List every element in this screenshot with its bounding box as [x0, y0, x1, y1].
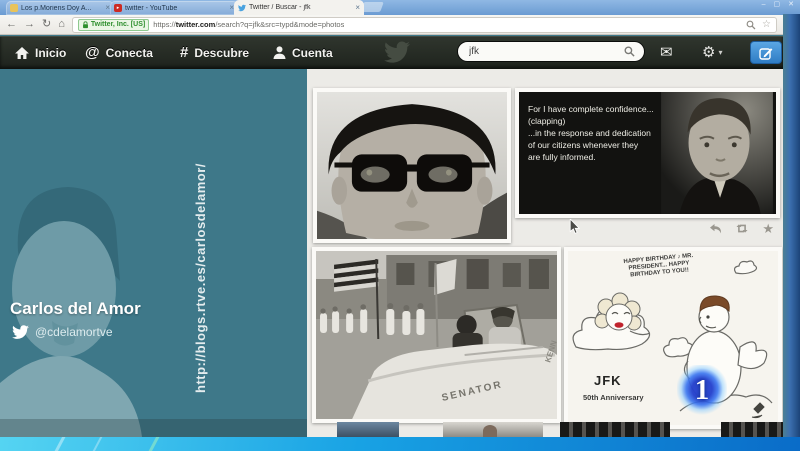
- back-button[interactable]: ←: [6, 19, 17, 30]
- messages-envelope-icon[interactable]: ✉: [660, 36, 673, 69]
- tweet-photo-cartoon[interactable]: HAPPY BIRTHDAY ♪ MR. PRESIDENT... HAPPY …: [564, 247, 782, 429]
- host-twitter-handle: @cdelamortve: [12, 325, 113, 339]
- band-streak: [147, 437, 160, 451]
- lock-icon: [82, 21, 89, 29]
- nav-label: Descubre: [194, 46, 249, 60]
- browser-tabstrip: Los p.Moriens Doy A... × ▸ twitter - You…: [0, 0, 800, 15]
- partial-photo[interactable]: [443, 422, 543, 437]
- reload-button[interactable]: ↻: [42, 19, 51, 30]
- search-icon[interactable]: [746, 20, 756, 30]
- tab-youtube[interactable]: ▸ twitter - YouTube ×: [110, 1, 238, 15]
- settings-gear-button[interactable]: ⚙ ▾: [702, 36, 722, 69]
- shade-overlay: [0, 419, 307, 437]
- retweet-icon[interactable]: [735, 223, 749, 234]
- jfk-portrait-image: [658, 92, 776, 214]
- host-portrait-photo: [0, 131, 160, 437]
- hash-icon: #: [180, 45, 188, 60]
- band-streak: [53, 437, 66, 451]
- jfk-sunglasses-image: [317, 92, 507, 239]
- tab-title: Los p.Moriens Doy A...: [21, 5, 102, 12]
- home-icon: [15, 47, 29, 59]
- bookmark-star-icon[interactable]: ☆: [762, 20, 771, 30]
- tab-title: twitter - YouTube: [125, 5, 226, 12]
- tab-close-icon[interactable]: ×: [355, 4, 360, 12]
- tweet-photo-jfk-sunglasses[interactable]: [313, 88, 511, 243]
- tab-blog[interactable]: Los p.Moriens Doy A... ×: [6, 1, 114, 15]
- chevron-down-icon: ▾: [718, 49, 722, 57]
- favorite-star-icon[interactable]: ★: [762, 222, 774, 235]
- youtube-favicon: ▸: [114, 4, 122, 12]
- quote-image: For I have complete confidence... (clapp…: [519, 92, 776, 214]
- twitter-search-box[interactable]: [457, 41, 645, 62]
- maximize-icon[interactable]: ▢: [774, 1, 781, 8]
- tweet-photo-jfk-quote[interactable]: For I have complete confidence... (clapp…: [515, 88, 780, 218]
- twitter-navbar: Inicio @ Conecta # Descubre Cuenta ✉ ⚙ ▾: [0, 36, 783, 69]
- tweet-photo-motorcade[interactable]: SENATOR KENN: [312, 247, 561, 423]
- cartoon-subtitle: 50th Anniversary: [583, 393, 644, 402]
- quote-text: For I have complete confidence... (clapp…: [528, 103, 668, 163]
- channel-number: 1: [695, 374, 710, 407]
- motorcade-image: SENATOR KENN: [316, 251, 557, 419]
- browser-toolbar: ← → ↻ ⌂ Twitter, Inc. [US] https://twitt…: [0, 15, 783, 35]
- mouse-cursor: [569, 219, 580, 234]
- nav-label: Inicio: [35, 46, 66, 60]
- partial-photo[interactable]: [560, 422, 670, 437]
- next-photo-row: [307, 422, 783, 437]
- tv-lower-band: [0, 437, 800, 451]
- gear-icon: ⚙: [702, 45, 715, 60]
- url-text: https://twitter.com/search?q=jfk&src=typ…: [153, 20, 344, 29]
- nav-item-inicio[interactable]: Inicio: [15, 36, 66, 69]
- forward-button[interactable]: →: [24, 19, 35, 30]
- twitter-page: http://blogs.rtve.es/carlosdelamor/ Carl…: [0, 69, 783, 437]
- ev-certificate-badge[interactable]: Twitter, Inc. [US]: [78, 19, 149, 31]
- blog-url-vertical: http://blogs.rtve.es/carlosdelamor/: [193, 77, 208, 393]
- channel-logo-la1: 1: [677, 365, 727, 415]
- tv-frame-edge: [783, 14, 800, 437]
- nav-item-descubre[interactable]: # Descubre: [180, 36, 249, 69]
- twitter-logo-icon[interactable]: [384, 41, 410, 63]
- search-input[interactable]: [467, 45, 620, 58]
- compose-pen-icon: [759, 46, 773, 60]
- compose-tweet-button[interactable]: [750, 41, 782, 64]
- nav-label: Cuenta: [292, 46, 333, 60]
- page-favicon: [10, 4, 18, 12]
- home-button[interactable]: ⌂: [58, 19, 65, 30]
- tab-title: Twitter / Buscar - jfk: [249, 4, 352, 11]
- nav-item-cuenta[interactable]: Cuenta: [273, 36, 333, 69]
- twitter-bird-icon: [12, 325, 29, 339]
- nav-label: Conecta: [106, 46, 153, 60]
- twitter-favicon: [238, 4, 246, 12]
- reply-icon[interactable]: [709, 223, 722, 234]
- host-name: Carlos del Amor: [10, 299, 141, 319]
- at-icon: @: [85, 45, 100, 60]
- cartoon-title: JFK: [594, 373, 622, 388]
- minimize-icon[interactable]: –: [762, 1, 766, 8]
- tv-frame: Los p.Moriens Doy A... × ▸ twitter - You…: [0, 0, 800, 451]
- person-icon: [273, 46, 286, 59]
- window-controls: – ▢ ✕: [762, 1, 794, 8]
- address-bar[interactable]: Twitter, Inc. [US] https://twitter.com/s…: [72, 17, 777, 33]
- nav-item-conecta[interactable]: @ Conecta: [85, 36, 153, 69]
- partial-photo[interactable]: [337, 422, 399, 437]
- tweet-actions: ★: [515, 222, 780, 235]
- ev-badge-label: Twitter, Inc. [US]: [91, 21, 145, 28]
- handle-text: @cdelamortve: [35, 325, 113, 339]
- close-icon[interactable]: ✕: [788, 1, 794, 8]
- tab-twitter-search[interactable]: Twitter / Buscar - jfk ×: [234, 0, 364, 15]
- search-icon[interactable]: [624, 46, 635, 57]
- partial-photo[interactable]: [721, 422, 783, 437]
- band-streak: [91, 437, 103, 451]
- cartoon-image: HAPPY BIRTHDAY ♪ MR. PRESIDENT... HAPPY …: [568, 251, 778, 425]
